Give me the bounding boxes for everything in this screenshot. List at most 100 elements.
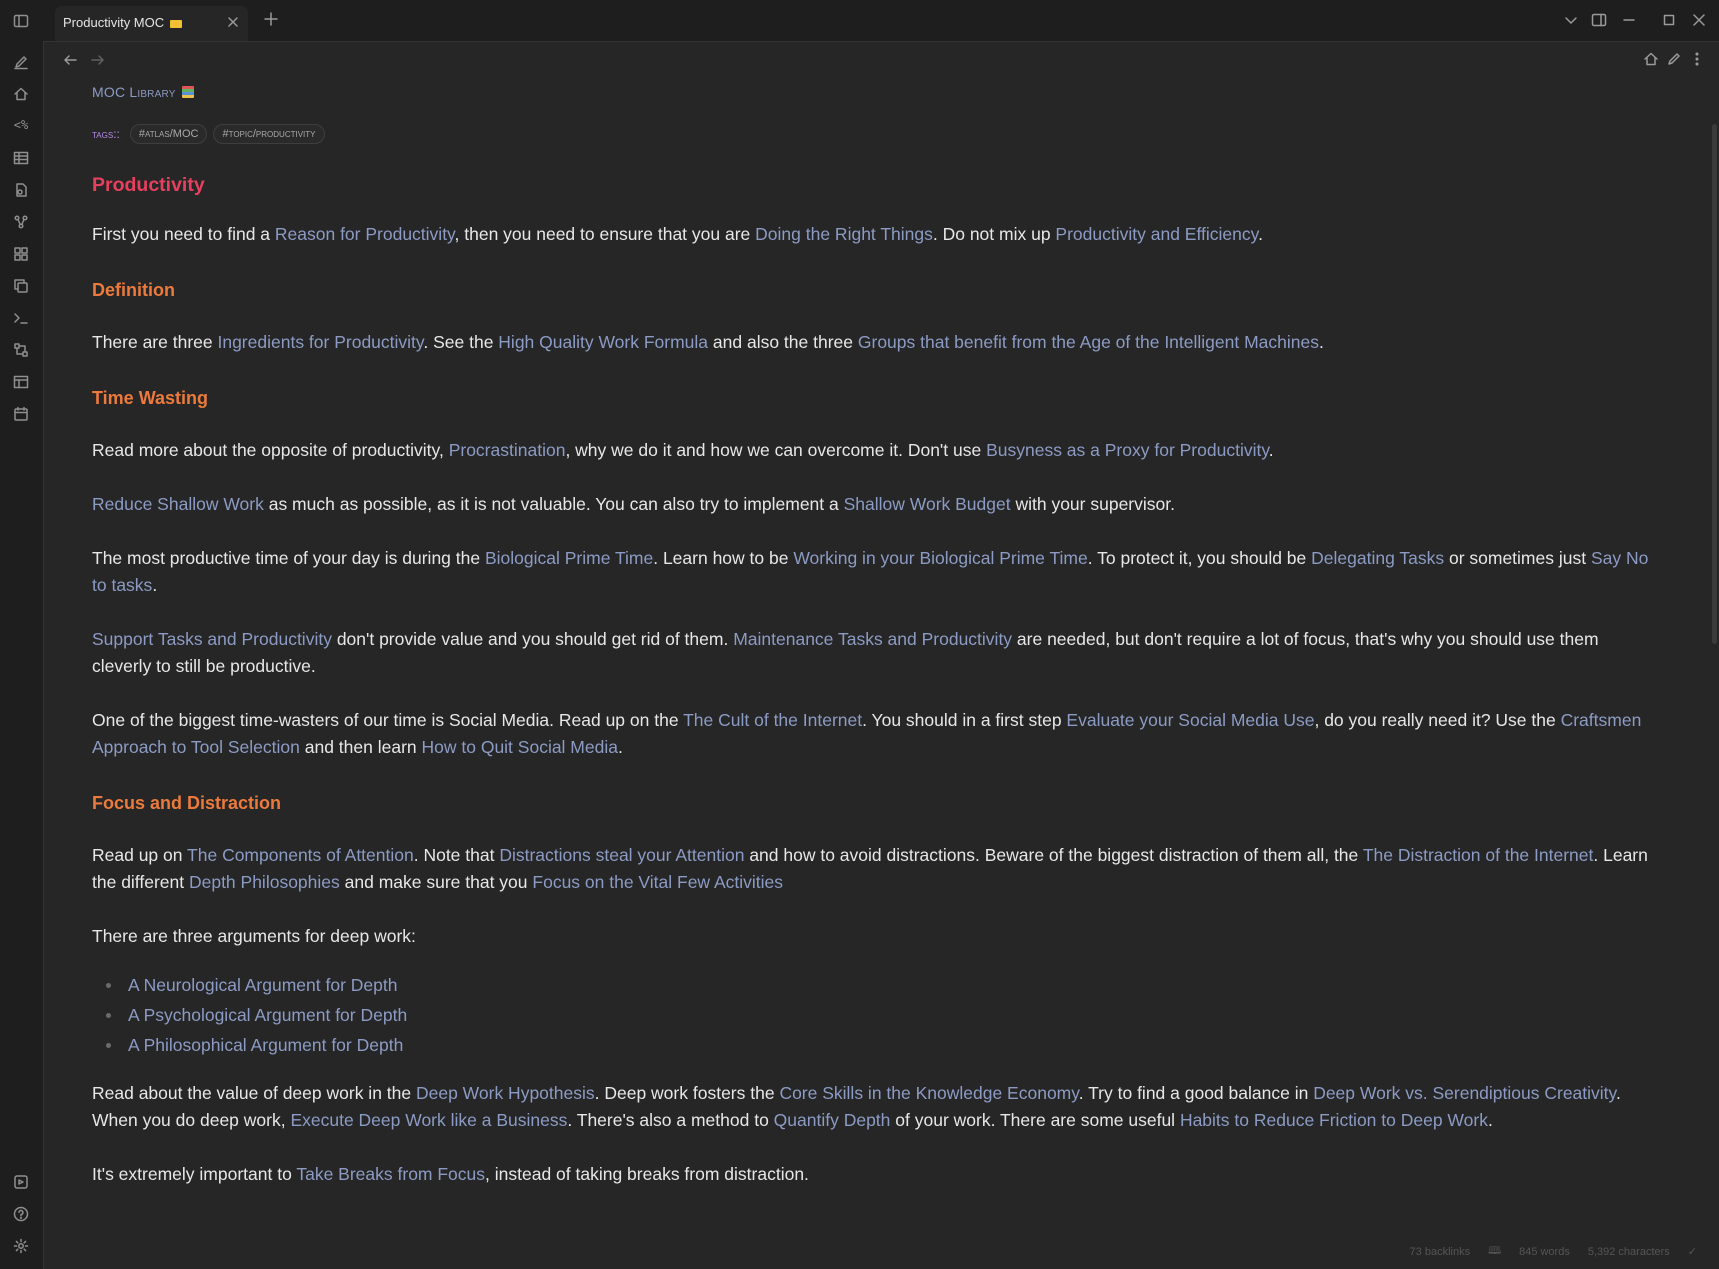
terminal-icon[interactable] — [11, 308, 31, 328]
calendar-icon[interactable] — [11, 404, 31, 424]
tab-productivity-moc[interactable]: Productivity MOC — [55, 6, 248, 41]
breadcrumb: MOC Library — [92, 84, 1652, 100]
internal-link[interactable]: Take Breaks from Focus — [296, 1164, 485, 1184]
book-icon: 🕮 — [1488, 1245, 1502, 1257]
forward-arrow-icon[interactable] — [90, 52, 106, 68]
internal-link[interactable]: Quantify Depth — [774, 1110, 891, 1130]
status-bar: 73 backlinks 🕮 845 words 5,392 character… — [1410, 1242, 1697, 1261]
internal-link[interactable]: A Philosophical Argument for Depth — [128, 1035, 403, 1055]
new-tab-icon[interactable] — [263, 11, 279, 27]
scrollbar[interactable] — [1710, 42, 1719, 1269]
internal-link[interactable]: Busyness as a Proxy for Productivity — [986, 440, 1269, 460]
focus-paragraph-4: It's extremely important to Take Breaks … — [92, 1164, 809, 1184]
internal-link[interactable]: Biological Prime Time — [485, 548, 653, 568]
internal-link[interactable]: The Cult of the Internet — [683, 710, 862, 730]
internal-link[interactable]: High Quality Work Formula — [498, 332, 708, 352]
settings-icon[interactable] — [11, 1236, 31, 1256]
internal-link[interactable]: Delegating Tasks — [1311, 548, 1444, 568]
internal-link[interactable]: Evaluate your Social Media Use — [1066, 710, 1314, 730]
breadcrumb-moc-library-link[interactable]: MOC Library — [92, 84, 176, 100]
more-options-icon[interactable] — [1689, 51, 1705, 67]
internal-link[interactable]: Reason for Productivity — [275, 224, 455, 244]
list-item: A Psychological Argument for Depth — [106, 1000, 1652, 1030]
heading-time-wasting: Time Wasting — [92, 388, 209, 408]
note-content: MOC Library tags:: #atlas/MOC #topic/pro… — [92, 84, 1652, 1188]
character-count: 5,392 characters — [1587, 1245, 1670, 1258]
internal-link[interactable]: Support Tasks and Productivity — [92, 629, 332, 649]
internal-link[interactable]: Maintenance Tasks and Productivity — [733, 629, 1012, 649]
internal-link[interactable]: Procrastination — [449, 440, 566, 460]
internal-link[interactable]: Core Skills in the Knowledge Economy — [779, 1083, 1078, 1103]
edit-mode-icon[interactable] — [1666, 51, 1682, 67]
close-tab-icon[interactable] — [226, 15, 240, 29]
word-count: 845 words — [1519, 1245, 1570, 1258]
backlinks-count[interactable]: 73 backlinks — [1410, 1246, 1471, 1258]
workspaces-icon[interactable] — [11, 340, 31, 360]
internal-link[interactable]: A Neurological Argument for Depth — [128, 975, 397, 995]
tag-topic-productivity[interactable]: #topic/productivity — [213, 124, 325, 144]
templater-icon[interactable]: <% — [11, 115, 31, 135]
internal-link[interactable]: Working in your Biological Prime Time — [793, 548, 1087, 568]
minimize-icon[interactable] — [1621, 12, 1637, 28]
internal-link[interactable]: Doing the Right Things — [755, 224, 933, 244]
time-wasting-paragraph-2: Reduce Shallow Work as much as possible,… — [92, 494, 1175, 514]
internal-link[interactable]: Ingredients for Productivity — [217, 332, 423, 352]
internal-link[interactable]: Execute Deep Work like a Business — [290, 1110, 567, 1130]
books-emoji-icon — [181, 86, 194, 98]
home-note-icon[interactable] — [1643, 51, 1659, 67]
help-icon[interactable] — [11, 1204, 31, 1224]
quick-switcher-icon[interactable] — [11, 52, 31, 72]
internal-link[interactable]: Depth Philosophies — [189, 872, 340, 892]
internal-link[interactable]: Reduce Shallow Work — [92, 494, 264, 514]
heading-focus-and-distraction: Focus and Distraction — [92, 793, 282, 813]
copy-icon[interactable] — [11, 276, 31, 296]
tab-title: Productivity MOC — [63, 15, 165, 30]
time-wasting-paragraph-4: Support Tasks and Productivity don't pro… — [92, 629, 1599, 676]
tags-label: tags:: — [92, 127, 120, 141]
definition-paragraph: There are three Ingredients for Producti… — [92, 332, 1324, 352]
right-sidebar-toggle-icon[interactable] — [1591, 12, 1607, 28]
focus-paragraph-2: There are three arguments for deep work: — [92, 926, 416, 946]
time-wasting-paragraph-5: One of the biggest time-wasters of our t… — [92, 710, 1642, 757]
internal-link[interactable]: Distractions steal your Attention — [499, 845, 744, 865]
internal-link[interactable]: A Psychological Argument for Depth — [128, 1005, 407, 1025]
focus-paragraph-3: Read about the value of deep work in the… — [92, 1083, 1621, 1130]
internal-link[interactable]: Groups that benefit from the Age of the … — [858, 332, 1319, 352]
internal-link[interactable]: The Components of Attention — [187, 845, 414, 865]
time-wasting-paragraph-1: Read more about the opposite of producti… — [92, 440, 1274, 460]
arguments-list: A Neurological Argument for Depth A Psyc… — [92, 970, 1652, 1060]
tab-list-chevron-icon[interactable] — [1563, 12, 1579, 28]
page-title: Productivity — [92, 174, 205, 196]
close-window-icon[interactable] — [1691, 12, 1707, 28]
heading-definition: Definition — [92, 280, 175, 300]
graph-icon[interactable] — [11, 212, 31, 232]
plugins-grid-icon[interactable] — [11, 244, 31, 264]
list-item: A Philosophical Argument for Depth — [106, 1030, 1652, 1060]
sidebar-toggle-icon[interactable] — [11, 11, 31, 31]
vault-icon[interactable] — [11, 1172, 31, 1192]
internal-link[interactable]: Deep Work vs. Serendiptious Creativity — [1313, 1083, 1616, 1103]
intro-paragraph: First you need to find a Reason for Prod… — [92, 224, 1263, 244]
file-recovery-icon[interactable] — [11, 180, 31, 200]
tags-row: tags:: #atlas/MOC #topic/productivity — [92, 124, 1652, 144]
internal-link[interactable]: Deep Work Hypothesis — [416, 1083, 595, 1103]
table-icon[interactable] — [11, 148, 31, 168]
maximize-icon[interactable] — [1661, 12, 1677, 28]
folder-emoji-icon — [170, 19, 183, 28]
internal-link[interactable]: Productivity and Efficiency — [1055, 224, 1258, 244]
tag-atlas-moc[interactable]: #atlas/MOC — [129, 124, 208, 144]
home-icon[interactable] — [11, 84, 31, 104]
focus-paragraph-1: Read up on The Components of Attention. … — [92, 845, 1648, 892]
internal-link[interactable]: Habits to Reduce Friction to Deep Work — [1180, 1110, 1488, 1130]
internal-link[interactable]: The Distraction of the Internet — [1363, 845, 1594, 865]
internal-link[interactable]: How to Quit Social Media — [422, 737, 618, 757]
list-item: A Neurological Argument for Depth — [106, 970, 1652, 1000]
internal-link[interactable]: Shallow Work Budget — [844, 494, 1011, 514]
internal-link[interactable]: Focus on the Vital Few Activities — [532, 872, 783, 892]
canvas-icon[interactable] — [11, 372, 31, 392]
tab-bar: Productivity MOC — [43, 0, 1719, 42]
back-arrow-icon[interactable] — [62, 52, 78, 68]
sync-check-icon[interactable]: ✓ — [1688, 1245, 1697, 1258]
time-wasting-paragraph-3: The most productive time of your day is … — [92, 548, 1649, 595]
scrollbar-thumb[interactable] — [1712, 124, 1717, 644]
